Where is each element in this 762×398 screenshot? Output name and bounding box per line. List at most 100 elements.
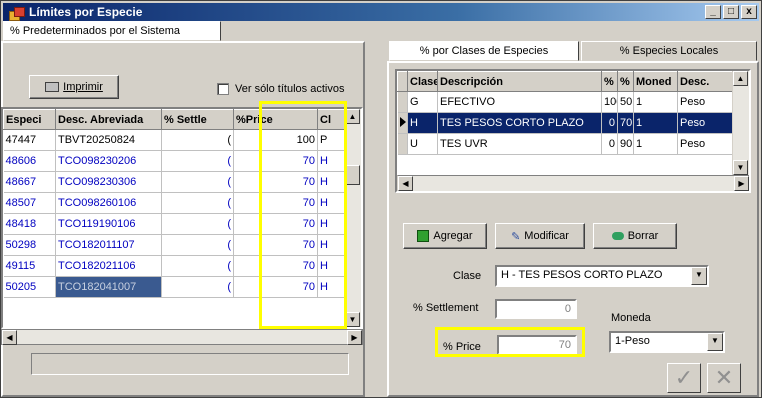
species-cell-settle[interactable]: ( xyxy=(161,255,234,277)
class-cell-code[interactable]: H xyxy=(407,112,438,134)
class-cell-code[interactable]: G xyxy=(407,91,438,113)
minimize-button[interactable]: _ xyxy=(705,5,721,19)
species-row[interactable]: 48418 TCO119190106(70 H xyxy=(3,213,346,235)
species-cell-class[interactable]: H xyxy=(317,213,346,235)
class-cell-moneda-desc[interactable]: Peso xyxy=(677,91,734,113)
clase-dropdown-icon[interactable]: ▼ xyxy=(691,267,707,285)
species-hscroll[interactable]: ◀ ▶ xyxy=(1,329,363,345)
col-pct-2[interactable]: % xyxy=(617,71,634,92)
class-cell-pct2[interactable]: 50 xyxy=(617,91,634,113)
species-row[interactable]: 49115 TCO182021106(70 H xyxy=(3,255,346,277)
confirm-button[interactable]: ✓ xyxy=(667,363,701,393)
col-desc[interactable]: Desc. Abreviada xyxy=(55,109,162,130)
active-only-checkbox[interactable] xyxy=(217,83,229,95)
species-cell-desc[interactable]: TCO182041007 xyxy=(55,276,162,298)
tab-predeterminados[interactable]: % Predeterminados por el Sistema xyxy=(3,21,221,41)
species-cell-code[interactable]: 48606 xyxy=(3,150,56,172)
species-cell-price[interactable]: 70 xyxy=(233,192,318,214)
species-cell-price[interactable]: 70 xyxy=(233,234,318,256)
class-cell-moneda[interactable]: 1 xyxy=(633,112,678,134)
species-cell-class[interactable]: H xyxy=(317,276,346,298)
class-cell-pct1[interactable]: 100 xyxy=(601,91,618,113)
species-cell-class[interactable]: P xyxy=(317,129,346,151)
species-cell-code[interactable]: 48667 xyxy=(3,171,56,193)
col-desc-moneda[interactable]: Desc. xyxy=(677,71,734,92)
class-row[interactable]: H TES PESOS CORTO PLAZO 0 70 1 Peso xyxy=(397,112,734,134)
species-cell-price[interactable]: 70 xyxy=(233,213,318,235)
class-scroll-left-icon[interactable]: ◀ xyxy=(398,176,413,191)
species-cell-desc[interactable]: TCO098260106 xyxy=(55,192,162,214)
species-cell-price[interactable]: 70 xyxy=(233,255,318,277)
active-only-toggle[interactable]: Ver sólo títulos activos xyxy=(217,83,344,95)
col-descripcion[interactable]: Descripción xyxy=(437,71,602,92)
class-hscroll[interactable]: ◀ ▶ xyxy=(397,175,749,191)
species-row[interactable]: 48606 TCO098230206(70 H xyxy=(3,150,346,172)
print-button[interactable]: Imprimir xyxy=(29,75,119,99)
col-moneda[interactable]: Moned xyxy=(633,71,678,92)
species-cell-price[interactable]: 70 xyxy=(233,171,318,193)
class-cell-desc[interactable]: EFECTIVO xyxy=(437,91,602,113)
species-cell-settle[interactable]: ( xyxy=(161,171,234,193)
species-cell-desc[interactable]: TCO119190106 xyxy=(55,213,162,235)
cancel-button[interactable]: ✕ xyxy=(707,363,741,393)
class-cell-pct2[interactable]: 70 xyxy=(617,112,634,134)
species-cell-code[interactable]: 50205 xyxy=(3,276,56,298)
species-cell-class[interactable]: H xyxy=(317,192,346,214)
close-button[interactable]: x xyxy=(741,5,757,19)
species-cell-code[interactable]: 47447 xyxy=(3,129,56,151)
maximize-button[interactable]: □ xyxy=(723,5,739,19)
class-scroll-down-icon[interactable]: ▼ xyxy=(733,160,748,175)
species-cell-desc[interactable]: TCO098230306 xyxy=(55,171,162,193)
species-vscroll[interactable]: ▲ ▼ xyxy=(344,109,361,327)
species-cell-settle[interactable]: ( xyxy=(161,192,234,214)
species-row[interactable]: 47447 TBVT20250824(100 P xyxy=(3,129,346,151)
moneda-dropdown-icon[interactable]: ▼ xyxy=(707,333,723,351)
scroll-left-icon[interactable]: ◀ xyxy=(2,330,17,345)
species-cell-settle[interactable]: ( xyxy=(161,234,234,256)
species-cell-class[interactable]: H xyxy=(317,171,346,193)
species-row[interactable]: 50205 TCO182041007(70 H xyxy=(3,276,346,298)
class-vscroll[interactable]: ▲ ▼ xyxy=(732,71,749,175)
class-cell-pct1[interactable]: 0 xyxy=(601,133,618,155)
class-row[interactable]: GEFECTIVO100501Peso xyxy=(397,91,734,113)
species-row[interactable]: 48667 TCO098230306(70 H xyxy=(3,171,346,193)
species-cell-desc[interactable]: TCO182011107 xyxy=(55,234,162,256)
col-clase[interactable]: Clase xyxy=(407,71,438,92)
moneda-select[interactable]: 1-Peso ▼ xyxy=(609,331,725,353)
scroll-down-icon[interactable]: ▼ xyxy=(345,312,360,327)
class-row[interactable]: U TES UVR 0 90 1 Peso xyxy=(397,133,734,155)
scroll-right-icon[interactable]: ▶ xyxy=(347,330,362,345)
species-cell-price[interactable]: 100 xyxy=(233,129,318,151)
species-cell-settle[interactable]: ( xyxy=(161,150,234,172)
species-cell-settle[interactable]: ( xyxy=(161,129,234,151)
class-cell-moneda[interactable]: 1 xyxy=(633,91,678,113)
species-cell-code[interactable]: 50298 xyxy=(3,234,56,256)
species-cell-code[interactable]: 48507 xyxy=(3,192,56,214)
species-cell-desc[interactable]: TCO098230206 xyxy=(55,150,162,172)
species-cell-desc[interactable]: TBVT20250824 xyxy=(55,129,162,151)
class-cell-moneda-desc[interactable]: Peso xyxy=(677,112,734,134)
clase-select[interactable]: H - TES PESOS CORTO PLAZO ▼ xyxy=(495,265,709,287)
tab-clases-especies[interactable]: % por Clases de Especies xyxy=(389,41,579,61)
col-pct-1[interactable]: % xyxy=(601,71,618,92)
col-cl[interactable]: Cl xyxy=(317,109,346,130)
col-especie[interactable]: Especi xyxy=(3,109,56,130)
class-cell-pct2[interactable]: 90 xyxy=(617,133,634,155)
scroll-thumb[interactable] xyxy=(345,165,360,185)
tab-especies-locales[interactable]: % Especies Locales xyxy=(581,41,757,61)
species-cell-code[interactable]: 48418 xyxy=(3,213,56,235)
delete-button[interactable]: Borrar xyxy=(593,223,677,249)
class-scroll-up-icon[interactable]: ▲ xyxy=(733,71,748,86)
class-cell-desc[interactable]: TES PESOS CORTO PLAZO xyxy=(437,112,602,134)
title-bar[interactable]: Límites por Especie _ □ x xyxy=(3,3,759,21)
species-cell-class[interactable]: H xyxy=(317,255,346,277)
species-cell-code[interactable]: 49115 xyxy=(3,255,56,277)
species-cell-class[interactable]: H xyxy=(317,150,346,172)
species-cell-settle[interactable]: ( xyxy=(161,276,234,298)
class-cell-pct1[interactable]: 0 xyxy=(601,112,618,134)
species-cell-desc[interactable]: TCO182021106 xyxy=(55,255,162,277)
class-scroll-right-icon[interactable]: ▶ xyxy=(734,176,749,191)
price-input[interactable]: 70 xyxy=(497,335,577,355)
species-cell-settle[interactable]: ( xyxy=(161,213,234,235)
col-settle[interactable]: % Settle xyxy=(161,109,234,130)
